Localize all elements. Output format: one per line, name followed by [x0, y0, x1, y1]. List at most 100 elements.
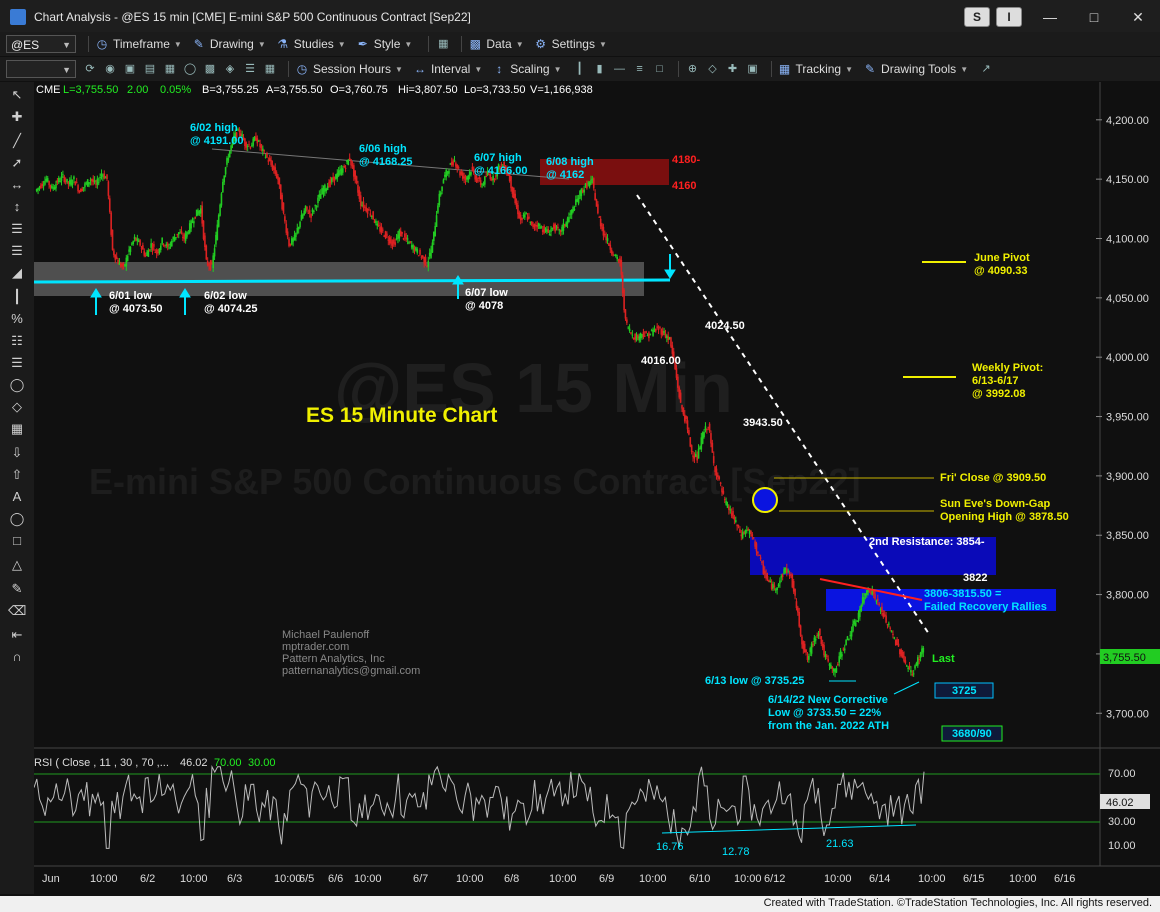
retracement-icon[interactable]: ☷	[8, 332, 26, 350]
i-menu-button[interactable]: I	[996, 7, 1022, 27]
style-menu[interactable]: ✒ Style ▼	[356, 37, 413, 51]
symbol-input[interactable]: @ES ▼	[6, 35, 76, 53]
price-bar	[106, 174, 108, 180]
chart-area[interactable]: @ES 15 Min E-mini S&P 500 Continuous Con…	[33, 82, 1160, 894]
triangle-icon[interactable]: △	[8, 556, 26, 574]
gann-icon[interactable]: ◇	[8, 398, 26, 416]
price-bar	[104, 177, 107, 179]
session-hours-menu[interactable]: ◷ Session Hours ▼	[295, 62, 403, 76]
shield-icon[interactable]: ◈	[222, 61, 238, 77]
price-bar	[372, 211, 374, 220]
cycle-lines-icon[interactable]: ◯	[8, 376, 26, 394]
price-bar	[297, 227, 300, 230]
pin-icon[interactable]: ↗	[978, 61, 994, 77]
vertical-line-icon[interactable]: ↕	[8, 198, 26, 216]
symbol-link-input[interactable]: ▼	[6, 60, 76, 78]
maximize-icon[interactable]: □	[1072, 0, 1116, 34]
price-bar	[493, 178, 496, 180]
pencil-tool-icon[interactable]: ✎	[8, 580, 26, 598]
channel-icon[interactable]: ☰	[8, 220, 26, 238]
drawing-menu[interactable]: ✎ Drawing ▼	[192, 37, 266, 51]
window-link-icon[interactable]: ▦	[435, 36, 451, 52]
window-icon[interactable]: ▣	[122, 61, 138, 77]
fibonacci-icon[interactable]: ▦	[8, 420, 26, 438]
minimize-icon[interactable]: —	[1028, 0, 1072, 34]
price-bar	[839, 650, 842, 658]
price-bar	[752, 537, 755, 539]
layout-icon[interactable]: ▤	[142, 61, 158, 77]
time-axis-label: 10:00	[274, 873, 302, 885]
sliders-icon[interactable]: ☰	[242, 61, 258, 77]
bar-style-icon[interactable]: ┃	[572, 61, 588, 77]
arrow-up-icon[interactable]: ⇧	[8, 466, 26, 484]
price-bar	[766, 576, 769, 580]
trendline-icon[interactable]: ╱	[8, 132, 26, 150]
magnet-icon[interactable]: ∩	[8, 648, 26, 666]
s-menu-button[interactable]: S	[964, 7, 990, 27]
crosshair-icon[interactable]: ✚	[725, 61, 741, 77]
interval-menu[interactable]: ↔ Interval ▼	[413, 62, 482, 76]
data-menu[interactable]: ▩ Data ▼	[468, 37, 524, 51]
refresh-icon[interactable]: ⟳	[82, 61, 98, 77]
price-bar	[379, 227, 381, 232]
tracking-menu[interactable]: ▦ Tracking ▼	[778, 62, 854, 76]
price-bar	[603, 233, 606, 236]
label-608-high: 6/08 high	[546, 156, 594, 168]
price-bar	[311, 209, 314, 213]
settings-menu[interactable]: ⚙ Settings ▼	[534, 37, 607, 51]
bars-icon[interactable]: ┃	[8, 288, 26, 306]
eraser-icon[interactable]: ⌫	[8, 602, 26, 620]
save-icon[interactable]: ▩	[202, 61, 218, 77]
delete-icon[interactable]: ⇤	[8, 626, 26, 644]
time-axis-label: 10:00	[90, 873, 118, 885]
price-bar	[725, 501, 727, 505]
target-icon[interactable]: ◉	[102, 61, 118, 77]
fan-icon[interactable]: ◢	[8, 264, 26, 282]
zoom-icon[interactable]: ⊕	[685, 61, 701, 77]
price-bar	[204, 235, 206, 248]
zoom-in-icon[interactable]: ≡	[632, 61, 648, 77]
close-icon[interactable]: ✕	[1116, 0, 1160, 34]
price-bar	[460, 172, 463, 175]
horizontal-line-icon[interactable]: ↔	[8, 176, 26, 194]
drawing-tools-menu[interactable]: ✎ Drawing Tools ▼	[863, 62, 968, 76]
price-bar	[81, 188, 83, 191]
pitchfork-icon[interactable]: ☰	[8, 242, 26, 260]
timeframe-menu[interactable]: ◷ Timeframe ▼	[95, 37, 182, 51]
rectangle-icon[interactable]: □	[8, 532, 26, 550]
price-bar	[365, 207, 368, 212]
price-bar	[528, 216, 530, 219]
price-bar	[479, 180, 482, 186]
candle-style-icon[interactable]: ▮	[592, 61, 608, 77]
fit-icon[interactable]: ▣	[745, 61, 761, 77]
price-chart[interactable]: @ES 15 Min E-mini S&P 500 Continuous Con…	[33, 82, 1160, 894]
price-bar	[864, 593, 867, 596]
scaling-menu[interactable]: ↕ Scaling ▼	[492, 62, 561, 76]
price-bar	[285, 223, 288, 233]
rsi-low-2: 12.78	[722, 846, 750, 858]
price-bar	[686, 420, 689, 430]
studies-menu[interactable]: ⚗ Studies ▼	[276, 37, 345, 51]
price-bar	[888, 623, 890, 625]
spreadsheet-icon[interactable]: ▦	[262, 61, 278, 77]
price-bar	[813, 637, 816, 642]
price-bar	[103, 173, 106, 179]
cycle-icon[interactable]: ◯	[182, 61, 198, 77]
price-bar	[388, 237, 391, 244]
speed-lines-icon[interactable]: ☰	[8, 354, 26, 372]
pan-icon[interactable]: ◇	[705, 61, 721, 77]
arrow-down-icon[interactable]: ⇩	[8, 444, 26, 462]
ray-icon[interactable]: ➚	[8, 154, 26, 172]
ellipse-icon[interactable]: ◯	[8, 510, 26, 528]
toolbar-divider	[770, 61, 772, 77]
pointer-icon[interactable]: ↖	[8, 86, 26, 104]
zoom-out-icon[interactable]: ―	[612, 61, 628, 77]
chevron-down-icon: ▼	[845, 64, 854, 74]
price-bar	[609, 244, 612, 250]
text-icon[interactable]: A	[8, 488, 26, 506]
grid-icon[interactable]: ▦	[162, 61, 178, 77]
percent-icon[interactable]: %	[8, 310, 26, 328]
chevron-down-icon: ▼	[257, 39, 266, 49]
crosshair-tool-icon[interactable]: ✚	[8, 108, 26, 126]
expand-icon[interactable]: □	[652, 61, 668, 77]
